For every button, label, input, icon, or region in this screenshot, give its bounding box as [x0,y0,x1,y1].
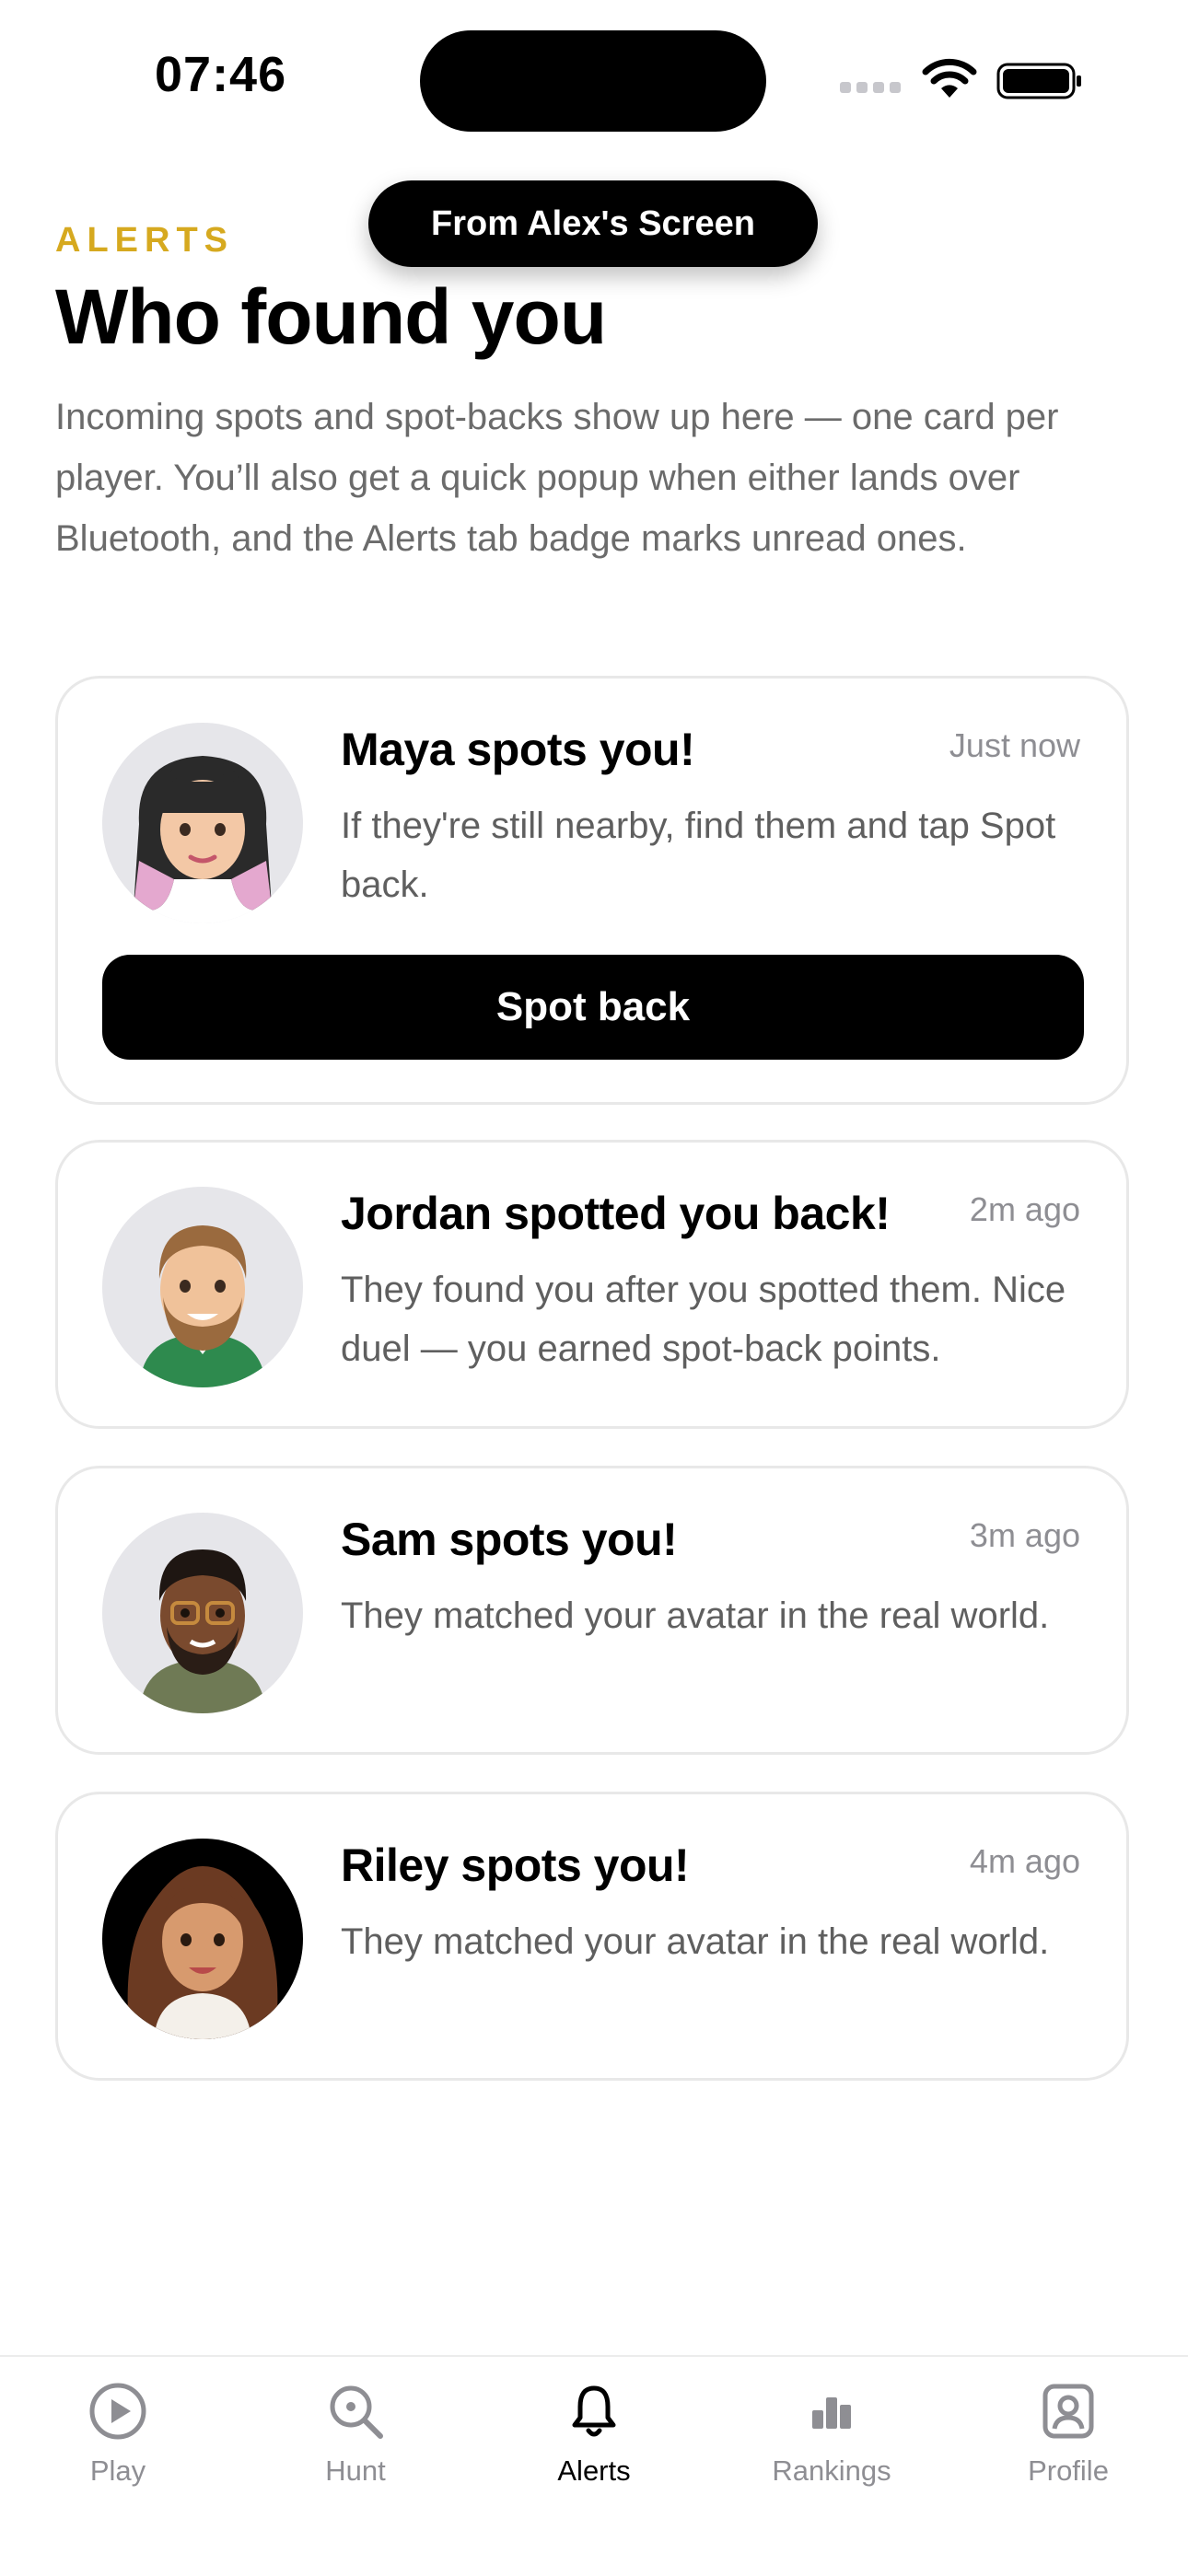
alert-body: They matched your avatar in the real wor… [341,1595,1050,1636]
play-icon [89,2383,146,2440]
alert-body: They found you after you spotted them. N… [341,1270,1066,1369]
wifi-icon [922,58,977,98]
alert-body: They matched your avatar in the real wor… [341,1921,1050,1962]
battery-icon [996,63,1081,99]
tab-alerts[interactable]: Alerts [502,2379,686,2488]
alert-title: Riley spots you! [341,1839,690,1891]
tab-label: Hunt [325,2454,386,2487]
alert-card[interactable]: Sam spots you! 3m ago They matched your … [55,1466,1129,1755]
alert-timestamp: 2m ago [969,1190,1080,1228]
jordan-avatar-icon [139,1225,266,1387]
cellular-signal-icon [840,81,906,98]
tab-hunt[interactable]: Hunt [263,2379,448,2488]
alert-body: If they're still nearby, find them and t… [341,806,1056,905]
spot-back-button[interactable]: Spot back [102,955,1084,1060]
tab-label: Play [89,2454,146,2487]
avatar [102,1187,303,1387]
alert-card[interactable]: Jordan spotted you back! 2m ago They fou… [55,1140,1129,1429]
alert-timestamp: 3m ago [969,1516,1080,1554]
avatar [102,1839,303,2039]
tab-label: Profile [1028,2454,1109,2487]
search-icon [330,2385,383,2439]
alert-title: Sam spots you! [341,1514,678,1565]
tab-label: Alerts [557,2454,631,2487]
tab-rankings[interactable]: Rankings [740,2379,924,2488]
section-eyebrow: ALERTS [55,221,234,260]
sam-avatar-icon [139,1549,266,1713]
avatar [102,1513,303,1713]
tab-label: Rankings [772,2454,891,2487]
bell-icon [572,2385,616,2437]
tab-profile[interactable]: Profile [976,2379,1160,2488]
dynamic-island [420,30,766,132]
alert-card[interactable]: Riley spots you! 4m ago They matched you… [55,1792,1129,2081]
avatar [102,723,303,923]
page-title: Who found you [55,273,607,360]
profile-icon [1042,2384,1094,2439]
alert-title: Jordan spotted you back! [341,1188,891,1239]
tab-bar: Play Hunt Alerts Rankings Profile [0,2355,1188,2576]
alert-title: Maya spots you! [341,724,695,775]
status-time: 07:46 [155,47,287,102]
page-description: Incoming spots and spot-backs show up he… [55,397,1059,559]
maya-avatar-icon [134,756,272,923]
alert-timestamp: Just now [949,726,1080,764]
screen-share-banner[interactable]: From Alex's Screen [368,180,818,267]
tab-play[interactable]: Play [26,2379,210,2488]
bar-chart-icon [812,2397,851,2429]
alert-timestamp: 4m ago [969,1842,1080,1880]
status-bar: 07:46 [0,0,1188,147]
alert-card[interactable]: Maya spots you! Just now If they're stil… [55,676,1129,1105]
riley-avatar-icon [127,1866,278,2039]
